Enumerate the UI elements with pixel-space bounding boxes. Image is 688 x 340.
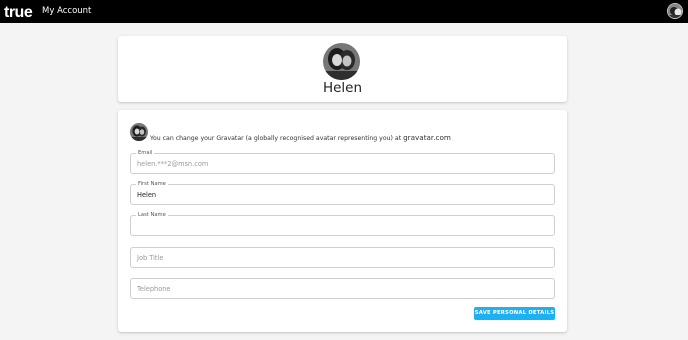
job-title-field[interactable]: Job Title — [130, 247, 555, 268]
telephone-field[interactable]: Telephone — [130, 278, 555, 299]
first-name-value: Helen — [137, 191, 157, 199]
gravatar-avatar — [130, 123, 148, 141]
save-personal-details-button[interactable]: SAVE PERSONAL DETAILS — [474, 307, 555, 320]
personal-details-card: You can change your Gravatar (a globally… — [118, 110, 567, 332]
profile-avatar — [323, 43, 360, 80]
profile-header-card: Helen — [118, 36, 567, 102]
last-name-field[interactable]: Last Name — [130, 212, 555, 236]
gravatar-link[interactable]: gravatar.com — [403, 133, 451, 142]
page-title: My Account — [42, 6, 92, 16]
email-field[interactable]: Email helen.***2@msn.com — [130, 150, 555, 174]
telephone-placeholder: Telephone — [137, 285, 171, 293]
profile-name: Helen — [322, 80, 363, 96]
last-name-label: Last Name — [136, 212, 168, 219]
first-name-field[interactable]: First Name Helen — [130, 181, 555, 205]
top-bar: true My Account — [0, 0, 688, 23]
first-name-label: First Name — [136, 181, 168, 188]
brand-logo[interactable]: true — [4, 3, 40, 21]
svg-text:true: true — [4, 4, 33, 20]
job-title-placeholder: Job Title — [137, 254, 164, 262]
gravatar-note: You can change your Gravatar (a globally… — [150, 133, 451, 142]
email-label: Email — [136, 150, 155, 157]
user-avatar-icon[interactable] — [667, 3, 683, 19]
email-value: helen.***2@msn.com — [137, 160, 209, 168]
gravatar-note-text: You can change your Gravatar (a globally… — [150, 135, 402, 142]
